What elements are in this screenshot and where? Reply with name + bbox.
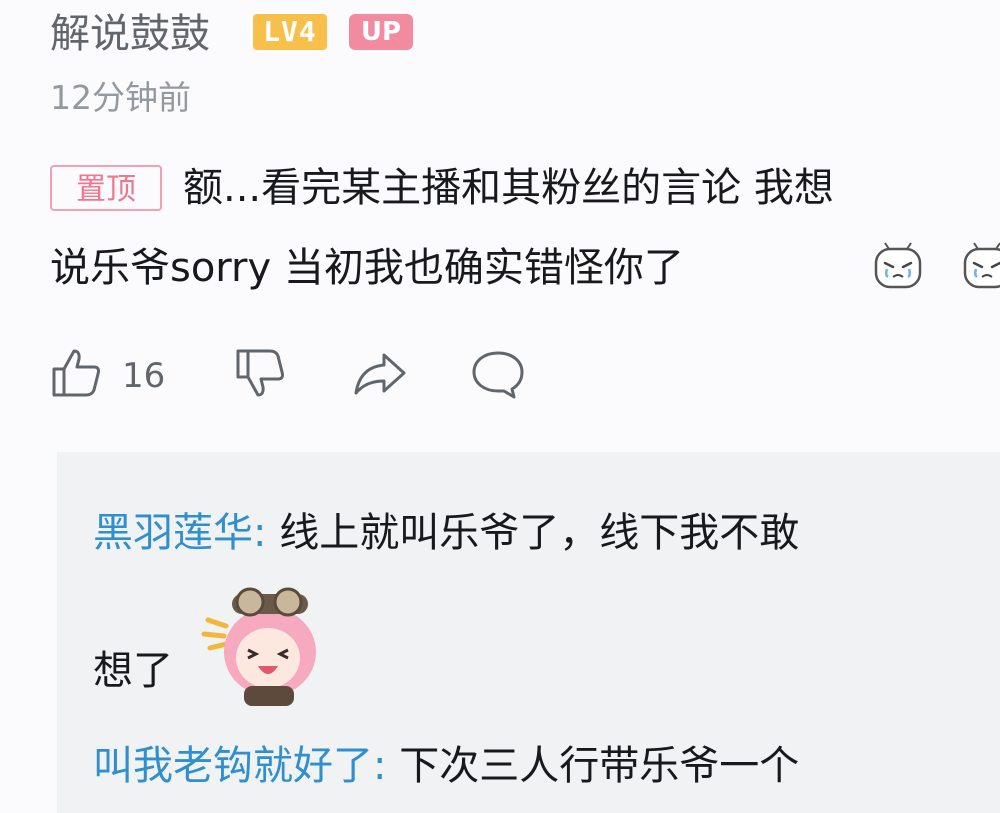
like-icon[interactable] bbox=[48, 345, 104, 405]
reply-item[interactable]: 黑羽莲华: 线上就叫乐爷了，线下我不敢 bbox=[93, 505, 799, 561]
reply-item[interactable]: 叫我老钩就好了: 下次三人行带乐爷一个 bbox=[93, 738, 799, 794]
reply-separator: : bbox=[373, 743, 387, 789]
comment-text-line-2: 说乐爷sorry 当初我也确实错怪你了 bbox=[50, 245, 684, 291]
up-badge: UP bbox=[349, 14, 413, 50]
level-badge: LV4 bbox=[253, 14, 327, 50]
reply-username[interactable]: 黑羽莲华 bbox=[93, 510, 253, 556]
reply-username[interactable]: 叫我老钩就好了 bbox=[93, 743, 373, 789]
laughing-anime-girl-sticker bbox=[200, 580, 328, 708]
crying-emoji-icon bbox=[873, 241, 923, 291]
share-icon[interactable] bbox=[352, 345, 408, 405]
reply-text: 下次三人行带乐爷一个 bbox=[386, 743, 800, 789]
crying-emoji-icon bbox=[962, 241, 1000, 291]
comment-username[interactable]: 解说鼓鼓 bbox=[50, 8, 210, 60]
reply-icon[interactable] bbox=[470, 345, 526, 405]
comment-time: 12分钟前 bbox=[50, 78, 191, 117]
reply-text: 线上就叫乐爷了，线下我不敢 bbox=[266, 510, 800, 556]
reply-text-line-2: 想了 bbox=[93, 648, 173, 694]
reply-text-continuation: 想了 bbox=[93, 643, 173, 699]
pinned-tag: 置顶 bbox=[50, 165, 162, 211]
like-count: 16 bbox=[122, 356, 166, 396]
reply-separator: : bbox=[253, 510, 267, 556]
dislike-icon[interactable] bbox=[232, 345, 288, 405]
comment-text-line-1: 额...看完某主播和其粉丝的言论 我想 bbox=[183, 165, 834, 211]
